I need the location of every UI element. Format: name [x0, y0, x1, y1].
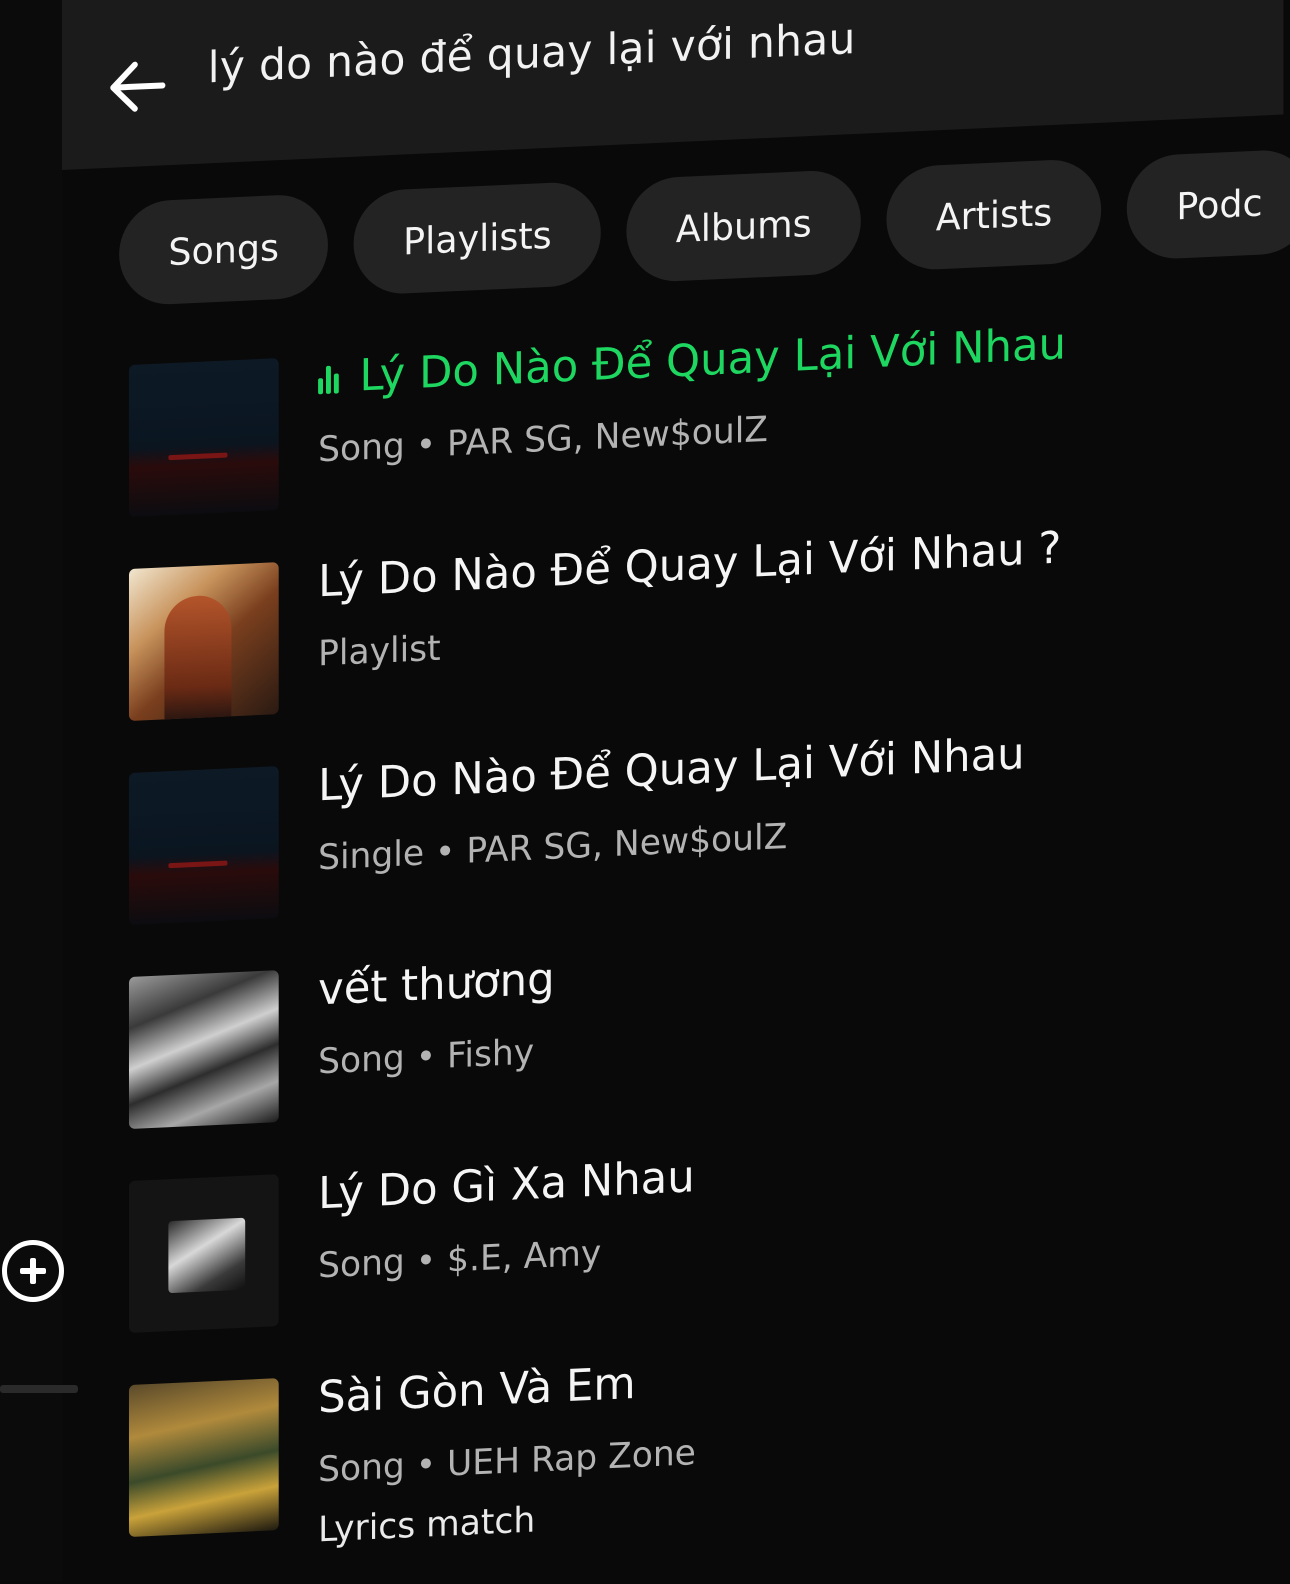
result-subtitle: Playlist: [318, 628, 441, 675]
result-subtitle: Song • UEH Rap Zone: [318, 1433, 696, 1491]
plus-circle-icon[interactable]: [2, 1240, 64, 1302]
album-art: [128, 1378, 279, 1537]
left-sidebar: [0, 0, 62, 1581]
result-title-text: Lý Do Nào Để Quay Lại Với Nhau: [359, 318, 1067, 402]
result-subtitle: Song • $.E, Amy: [318, 1233, 602, 1287]
chip-podcasts[interactable]: Podc: [1127, 148, 1290, 261]
equalizer-icon: [318, 363, 346, 395]
result-subtitle: Song • PAR SG, New$oulZ: [318, 409, 768, 471]
album-art: [128, 1174, 279, 1333]
chip-songs[interactable]: Songs: [119, 192, 329, 307]
results-list: Lý Do Nào Để Quay Lại Với Nhau Song • PA…: [128, 305, 1272, 1581]
result-title: vết thương: [318, 953, 555, 1016]
chip-artists[interactable]: Artists: [886, 157, 1102, 272]
lyrics-match-label: Lyrics match: [318, 1500, 536, 1551]
arrow-left-icon[interactable]: [105, 57, 168, 116]
result-title: Lý Do Nào Để Quay Lại Với Nhau: [318, 314, 1066, 408]
album-art: [128, 766, 279, 925]
album-art: [128, 970, 279, 1129]
search-results-screen: lý do nào để quay lại với nhau Songs Pla…: [62, 0, 1290, 1581]
result-text: Lý Do Nào Để Quay Lại Với Nhau Song • PA…: [318, 314, 1066, 470]
chip-playlists[interactable]: Playlists: [353, 180, 601, 296]
search-header: lý do nào để quay lại với nhau: [62, 0, 1284, 171]
result-subtitle: Song • Fishy: [318, 1032, 535, 1083]
result-text: Lý Do Gì Xa Nhau Song • $.E, Amy: [318, 1147, 695, 1286]
filter-chips: Songs Playlists Albums Artists Podc: [119, 148, 1290, 307]
album-art: [128, 358, 279, 517]
chip-albums[interactable]: Albums: [626, 168, 861, 284]
result-text: Sài Gòn Và Em Song • UEH Rap Zone Lyrics…: [318, 1351, 696, 1550]
playlist-cover: [128, 562, 279, 721]
result-text: vết thương Song • Fishy: [318, 950, 555, 1083]
search-input[interactable]: lý do nào để quay lại với nhau: [208, 14, 856, 93]
result-subtitle: Single • PAR SG, New$oulZ: [318, 817, 788, 879]
